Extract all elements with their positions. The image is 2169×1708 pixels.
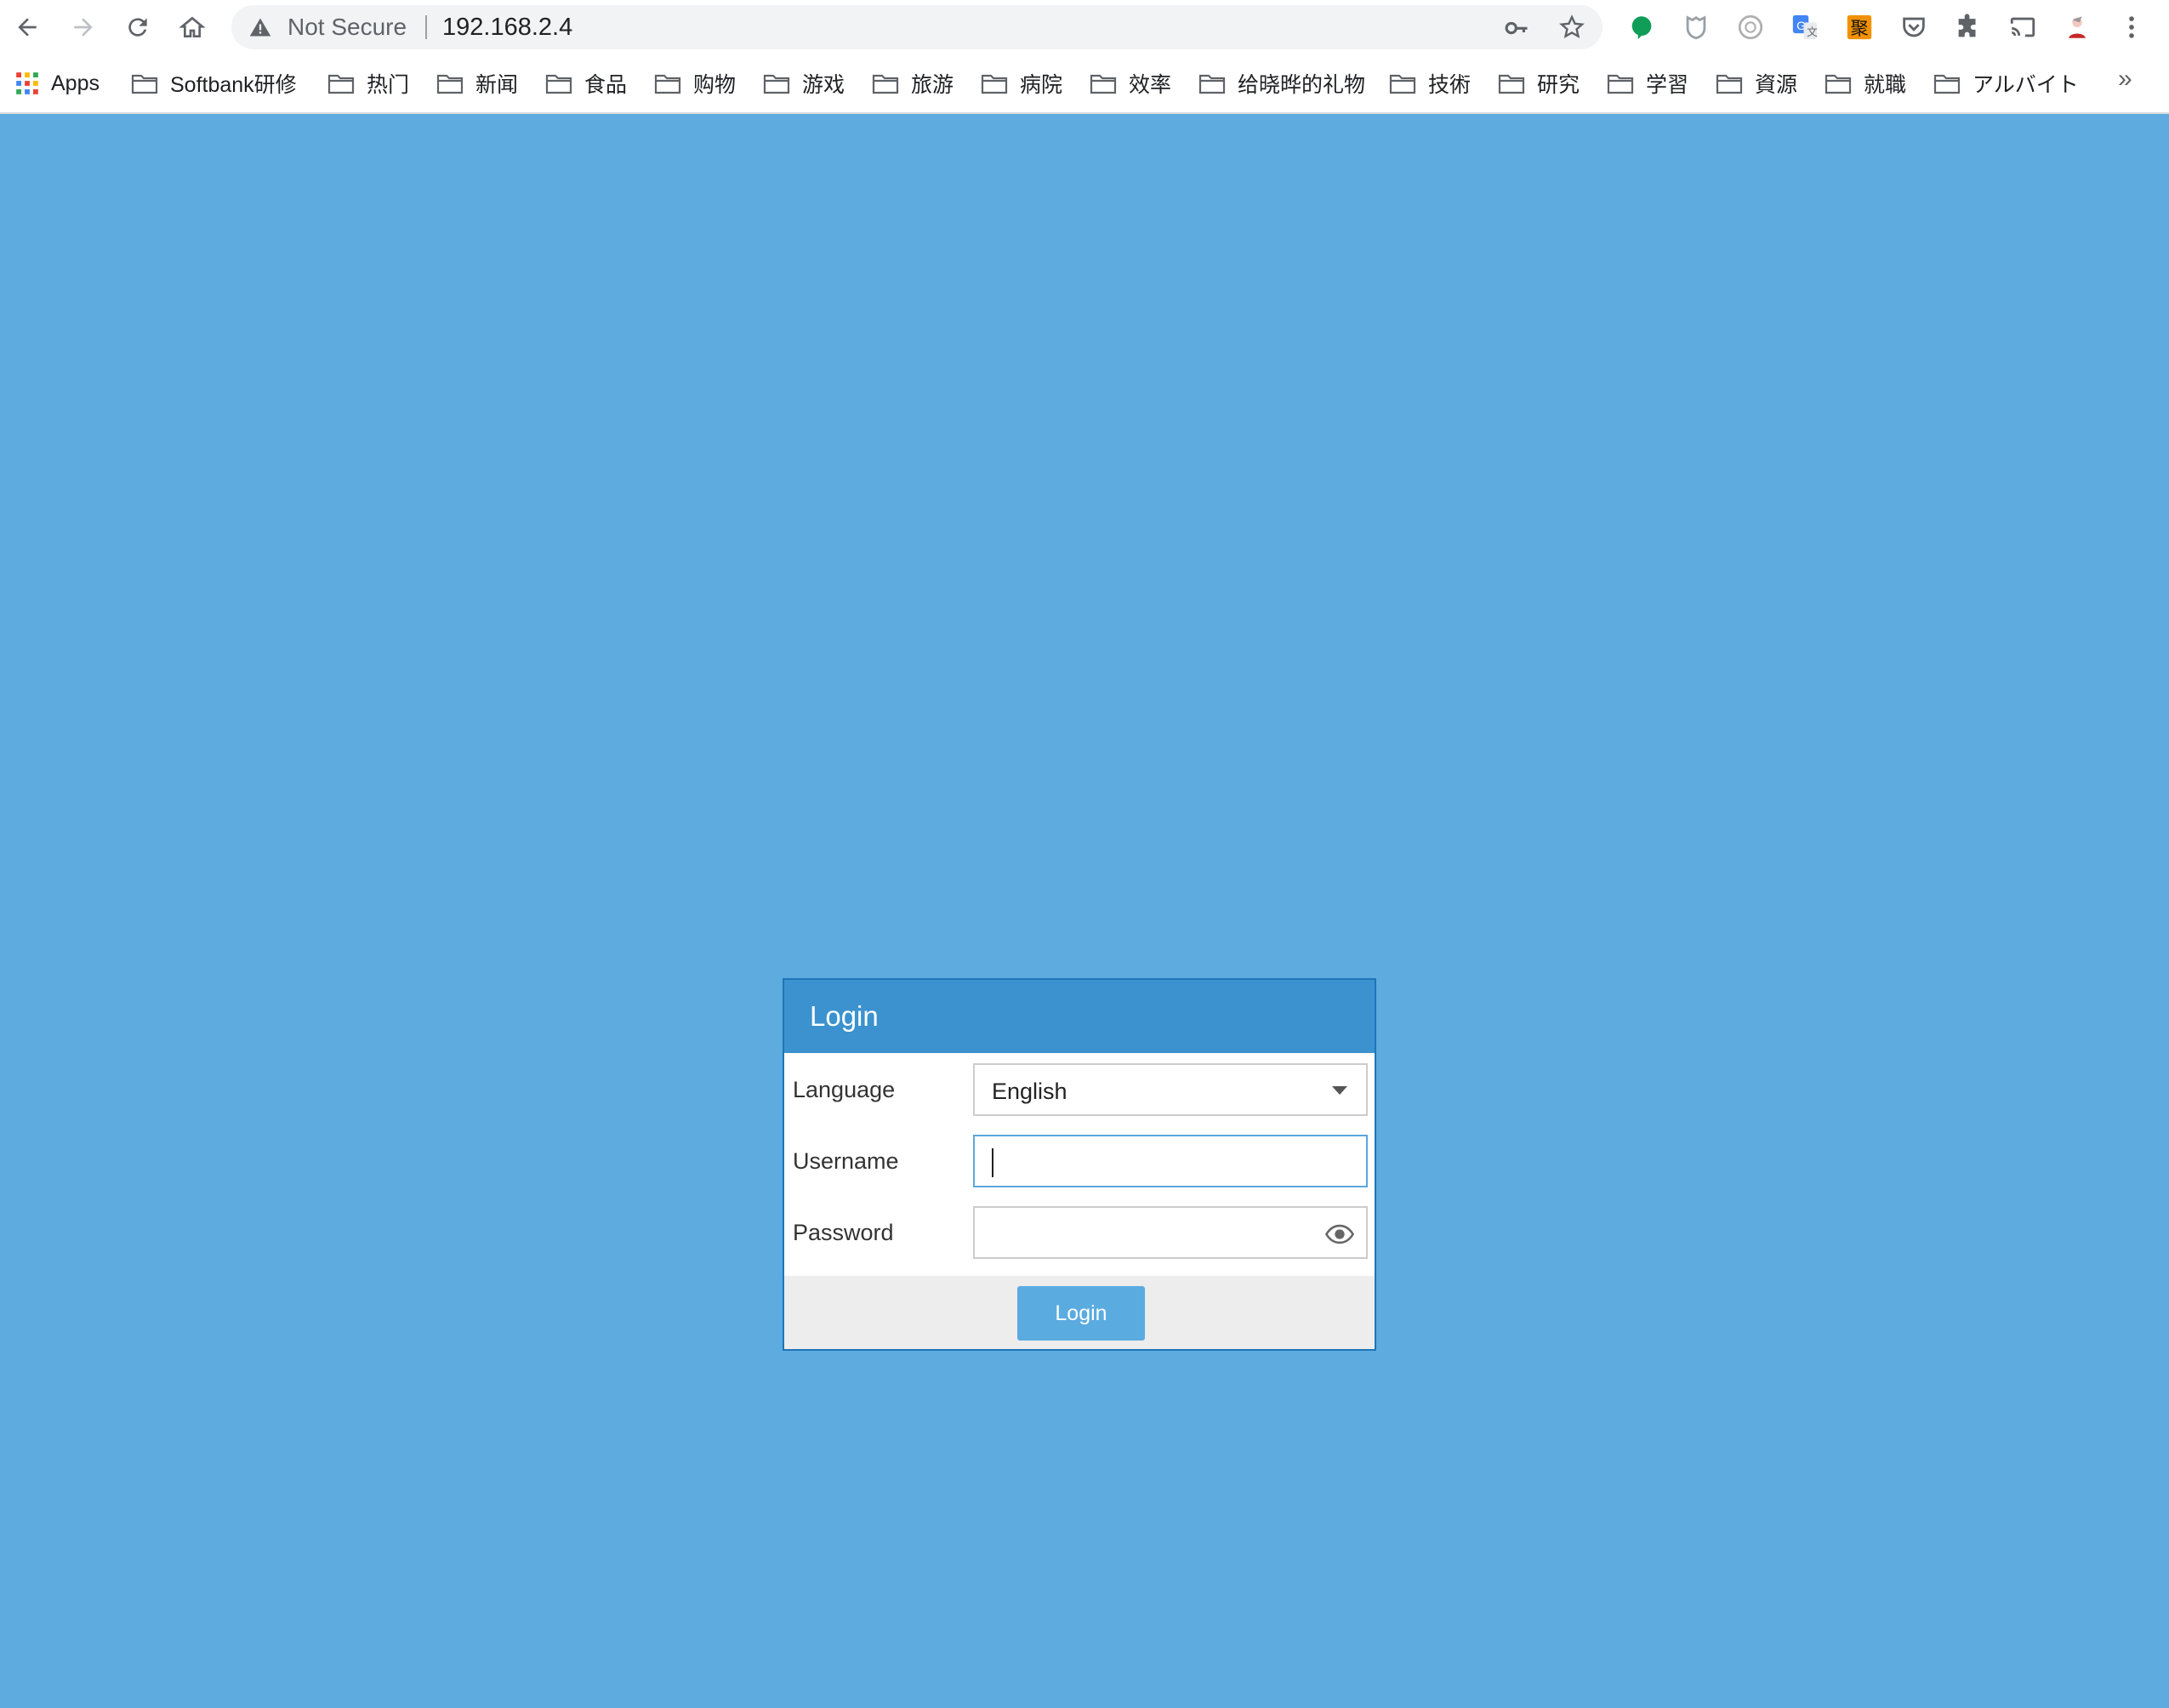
svg-text:文: 文 [1807, 26, 1818, 39]
bookmark-label: 旅游 [911, 73, 954, 97]
bookmark-label: 研究 [1537, 73, 1580, 97]
bookmark-star-icon[interactable] [1558, 14, 1585, 41]
language-label: Language [793, 1077, 896, 1102]
folder-icon [872, 74, 899, 94]
reload-icon[interactable] [122, 12, 153, 43]
bookmark-label: 就職 [1864, 73, 1907, 97]
bookmark-folder[interactable]: 研究 [1498, 66, 1580, 100]
bookmark-folder[interactable]: Softbank研修 [131, 66, 297, 100]
bookmark-label: 新闻 [475, 73, 519, 97]
security-label[interactable]: Not Secure [287, 5, 407, 49]
bookmark-label: 病院 [1020, 73, 1063, 97]
ju-extension-label: 聚 [1850, 19, 1868, 40]
bookmark-folder[interactable]: 新闻 [436, 66, 518, 100]
login-dialog: Login Language English Username Password… [783, 978, 1376, 1351]
bookmark-folder[interactable]: 病院 [981, 66, 1062, 100]
folder-icon [1498, 74, 1525, 94]
username-input[interactable] [973, 1135, 1368, 1187]
folder-icon [981, 74, 1008, 94]
text-cursor [992, 1148, 993, 1177]
bookmarks-overflow-chevron-icon[interactable]: » [2118, 65, 2132, 94]
dropdown-arrow-icon [1332, 1086, 1347, 1095]
browser-toolbar: Not Secure 192.168.2.4 G文 聚 [0, 0, 2169, 54]
folder-icon [327, 74, 355, 94]
folder-icon [545, 74, 572, 94]
home-icon[interactable] [177, 12, 208, 43]
warning-icon[interactable] [248, 15, 272, 39]
bookmark-folder[interactable]: 热门 [327, 66, 409, 100]
dialog-title: Login [810, 1000, 879, 1032]
green-chat-extension-icon[interactable] [1626, 12, 1657, 43]
url-text[interactable]: 192.168.2.4 [442, 5, 572, 49]
show-password-eye-icon[interactable] [1325, 1221, 1354, 1247]
folder-icon [1933, 74, 1961, 94]
password-label: Password [793, 1220, 894, 1245]
folder-icon [131, 74, 158, 94]
bookmark-label: 给晓晔的礼物 [1238, 73, 1366, 97]
folder-icon [1389, 74, 1416, 94]
dialog-footer: Login [784, 1276, 1375, 1349]
bookmark-label: Softbank研修 [170, 73, 297, 97]
bookmark-label: 技術 [1428, 73, 1472, 97]
bookmark-folder[interactable]: 資源 [1716, 66, 1797, 100]
bookmark-label: 資源 [1755, 73, 1798, 97]
bookmark-label: 食品 [584, 73, 628, 97]
folder-icon [1090, 74, 1117, 94]
bookmark-apps[interactable]: Apps [15, 66, 100, 100]
bookmark-folder[interactable]: 食品 [545, 66, 627, 100]
bookmark-label: アルバイト [1973, 73, 2079, 97]
bookmark-label: 效率 [1129, 73, 1172, 97]
ju-extension-icon[interactable]: 聚 [1844, 12, 1875, 43]
login-button[interactable]: Login [1017, 1286, 1145, 1341]
back-icon[interactable] [12, 12, 43, 43]
bookmark-folder[interactable]: 学習 [1607, 66, 1688, 100]
seal-extension-icon[interactable] [1735, 12, 1766, 43]
cast-icon[interactable] [2007, 12, 2038, 43]
bookmark-label: 热门 [367, 73, 410, 97]
username-label: Username [793, 1148, 899, 1174]
language-selected-value: English [992, 1079, 1067, 1104]
omnibox-divider [425, 15, 427, 39]
shield-extension-icon[interactable] [1681, 12, 1711, 43]
folder-icon [1716, 74, 1743, 94]
folder-icon [1825, 74, 1852, 94]
pocket-icon[interactable] [1899, 12, 1929, 43]
bookmark-label: Apps [51, 71, 100, 95]
folder-icon [654, 74, 681, 94]
profile-avatar-icon[interactable] [2062, 12, 2092, 43]
bookmark-folder[interactable]: 游戏 [763, 66, 845, 100]
menu-kebab-icon[interactable] [2116, 12, 2147, 43]
bookmark-folder[interactable]: アルバイト [1933, 66, 2079, 100]
folder-icon [436, 74, 464, 94]
bookmark-folder[interactable]: 旅游 [872, 66, 954, 100]
dialog-header: Login [784, 980, 1375, 1053]
bookmark-folder[interactable]: 技術 [1389, 66, 1471, 100]
folder-icon [1607, 74, 1634, 94]
bookmark-label: 游戏 [802, 73, 845, 97]
key-icon[interactable] [1504, 15, 1529, 41]
bookmark-label: 购物 [693, 73, 737, 97]
forward-icon[interactable] [68, 12, 99, 43]
bookmark-folder[interactable]: 给晓晔的礼物 [1198, 66, 1365, 100]
bookmark-folder[interactable]: 购物 [654, 66, 736, 100]
bookmark-folder[interactable]: 效率 [1090, 66, 1171, 100]
address-bar[interactable]: Not Secure 192.168.2.4 [231, 5, 1603, 49]
bookmark-folder[interactable]: 就職 [1825, 66, 1906, 100]
extensions-puzzle-icon[interactable] [1953, 12, 1984, 43]
apps-grid-icon [16, 72, 38, 94]
language-select[interactable]: English [973, 1063, 1368, 1116]
bookmark-label: 学習 [1646, 73, 1689, 97]
password-input[interactable] [973, 1206, 1368, 1259]
google-translate-icon[interactable]: G文 [1790, 12, 1820, 43]
bookmarks-bar: Apps Softbank研修 热门 新闻 食品 购物 游戏 旅游 病院 效率 … [0, 54, 2169, 114]
folder-icon [763, 74, 790, 94]
folder-icon [1198, 74, 1226, 94]
